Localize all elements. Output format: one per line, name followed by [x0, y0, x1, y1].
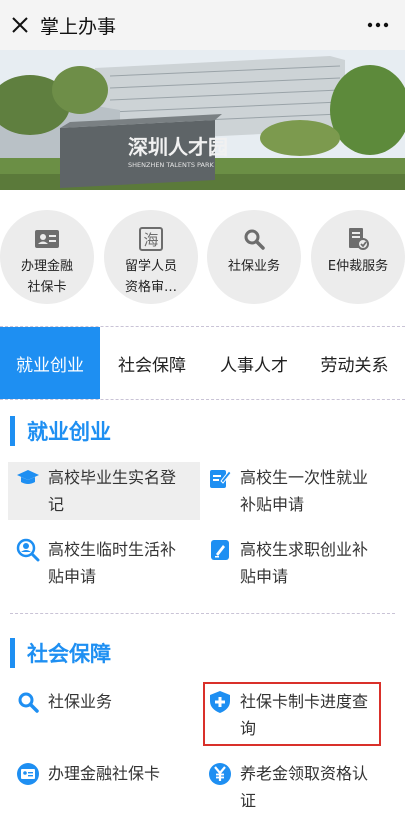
section-accent-bar: [10, 638, 15, 668]
service-item-label: 养老金领取资格认 证: [240, 764, 369, 810]
highlight-box: [203, 682, 381, 746]
banner-sign-cn: 深圳人才园: [128, 135, 228, 159]
service-item-graduate-registration[interactable]: 高校毕业生实名登 记: [8, 462, 200, 520]
service-item-job-seeking-subsidy[interactable]: 高校生求职创业补 贴申请: [206, 536, 396, 590]
service-item-label: 高校生求职创业补 贴申请: [240, 540, 369, 586]
section-header-social-security: 社会保障: [10, 636, 111, 670]
id-card-icon: [14, 760, 42, 788]
section-title: 就业创业: [27, 420, 111, 444]
shortcut-e-arbitration[interactable]: E仲裁服务: [311, 210, 405, 304]
service-item-employment-subsidy[interactable]: 高校生一次性就业 补贴申请: [206, 464, 396, 518]
close-button[interactable]: [2, 0, 38, 50]
banner-sign-en: SHENZHEN TALENTS PARK: [128, 161, 214, 169]
service-item-social-security-business[interactable]: 社保业务: [14, 688, 200, 716]
hai-icon: 海: [138, 226, 164, 252]
tab-employment[interactable]: 就业创业: [0, 327, 100, 399]
tab-labor-relations[interactable]: 劳动关系: [304, 327, 405, 399]
tab-social-security[interactable]: 社会保障: [100, 327, 204, 399]
close-icon: [12, 17, 28, 33]
shortcut-finance-card[interactable]: 办理金融 社保卡: [0, 210, 94, 304]
service-item-pension-certification[interactable]: 养老金领取资格认 证: [206, 760, 396, 814]
service-item-label: 高校生一次性就业 补贴申请: [240, 468, 369, 514]
more-icon: [367, 22, 389, 28]
tab-personnel[interactable]: 人事人才: [204, 327, 304, 399]
section-header-employment: 就业创业: [10, 414, 111, 448]
shortcut-label: 办理金融 社保卡: [20, 259, 73, 295]
service-item-label: 高校毕业生实名登 记: [48, 468, 177, 514]
shortcut-overseas-qualification[interactable]: 海 留学人员 资格审…: [104, 210, 198, 304]
service-item-finance-card[interactable]: 办理金融社保卡: [14, 760, 200, 788]
shortcut-row: 办理金融 社保卡 海 留学人员 资格审… 社保业务 E仲裁服务: [0, 190, 405, 320]
shortcut-label: E仲裁服务: [327, 259, 389, 274]
shortcut-label: 留学人员 资格审…: [124, 259, 177, 295]
hai-glyph: 海: [139, 227, 163, 251]
service-item-label: 高校生临时生活补 贴申请: [48, 540, 177, 586]
edit-doc-icon: [206, 536, 234, 564]
section-accent-bar: [10, 416, 15, 446]
divider: [0, 399, 405, 400]
graduation-cap-icon: [14, 464, 42, 492]
top-bar: 掌上办事: [0, 0, 405, 50]
service-item-label: 社保业务: [48, 692, 113, 711]
edit-icon: [206, 464, 234, 492]
service-item-label: 办理金融社保卡: [48, 764, 161, 783]
id-card-icon: [34, 226, 60, 252]
service-item-living-subsidy[interactable]: 高校生临时生活补 贴申请: [14, 536, 200, 590]
search-icon: [14, 688, 42, 716]
page-title: 掌上办事: [40, 15, 117, 38]
category-tabs: 就业创业 社会保障 人事人才 劳动关系: [0, 327, 405, 399]
search-icon: [241, 226, 267, 252]
more-button[interactable]: [365, 12, 391, 38]
shortcut-social-security[interactable]: 社保业务: [207, 210, 301, 304]
banner-image[interactable]: 深圳人才园 SHENZHEN TALENTS PARK: [0, 50, 405, 190]
person-search-icon: [14, 536, 42, 564]
arbitration-icon: [345, 226, 371, 252]
divider: [10, 613, 395, 614]
yen-icon: [206, 760, 234, 788]
shortcut-label: 社保业务: [227, 259, 280, 274]
section-title: 社会保障: [27, 642, 111, 666]
